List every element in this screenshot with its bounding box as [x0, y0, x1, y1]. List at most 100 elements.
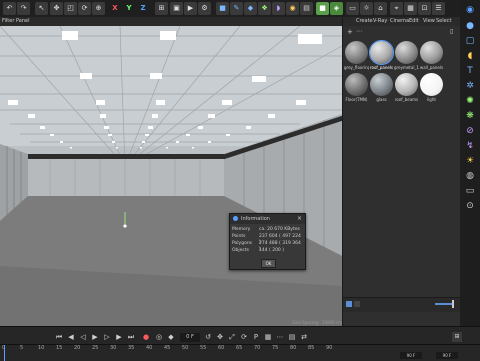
z-axis-toggle[interactable]: Z	[138, 2, 148, 15]
material-options-icon[interactable]: ⋯	[356, 28, 362, 35]
coordinate-system-icon[interactable]: ⊞	[155, 2, 168, 15]
next-frame-icon[interactable]: ▷	[103, 333, 111, 342]
scene-icon[interactable]: ◈	[330, 2, 343, 15]
3d-viewport[interactable]	[0, 26, 342, 326]
cube-green-icon[interactable]: ■	[316, 2, 329, 15]
pen-icon[interactable]: ✎	[230, 2, 243, 15]
current-frame-field[interactable]: 0 F	[180, 333, 200, 342]
add-material-icon[interactable]: +	[347, 28, 353, 36]
grid-icon[interactable]: ▤	[288, 333, 296, 342]
record-icon[interactable]: ●	[142, 333, 150, 342]
select-icon[interactable]: ↖	[35, 2, 48, 15]
end-frame-field-2[interactable]: 90 F	[436, 352, 458, 359]
loop-icon[interactable]: ↺	[204, 333, 212, 342]
cloner-icon[interactable]: ❖	[258, 2, 271, 15]
material-swatch-grey-flooring[interactable]	[345, 41, 368, 64]
dots-icon[interactable]: ⋯	[276, 333, 284, 342]
y-axis-toggle[interactable]: Y	[124, 2, 134, 15]
material-swatch-wall-panels[interactable]	[420, 41, 443, 64]
sphere-icon[interactable]: ●	[464, 20, 476, 32]
dialog-titlebar[interactable]: Information ×	[230, 214, 305, 224]
menu-create[interactable]: Create	[356, 17, 373, 26]
tag-icon[interactable]: ⌂	[374, 2, 387, 15]
scale-key-icon[interactable]: ⤢	[228, 333, 236, 342]
material-swatch-light[interactable]	[420, 73, 443, 96]
preview-size-slider[interactable]	[435, 303, 453, 305]
menu-select[interactable]: Select	[436, 17, 451, 26]
timeline-tick: 80	[290, 345, 297, 351]
play-icon[interactable]: ▶	[91, 333, 99, 342]
text-icon[interactable]: T	[464, 65, 476, 77]
floor-icon[interactable]: ▤	[300, 2, 313, 15]
close-icon[interactable]: ×	[297, 214, 302, 224]
spline-icon[interactable]: ↯	[464, 140, 476, 152]
material-swatch-glass[interactable]	[370, 73, 393, 96]
playhead[interactable]	[4, 345, 5, 361]
preview-size-handle[interactable]	[452, 300, 454, 308]
camera-icon[interactable]: ▭	[464, 185, 476, 197]
coordinate-icon[interactable]: ⊕	[92, 2, 105, 15]
previous-frame-icon[interactable]: ◁	[79, 333, 87, 342]
cinema-logo-icon	[233, 216, 238, 221]
render-settings-icon[interactable]: ⚙	[198, 2, 211, 15]
lock-icon[interactable]: ⊡	[418, 2, 431, 15]
ok-button[interactable]: OK	[261, 259, 276, 268]
field-icon[interactable]: ◉	[286, 2, 299, 15]
light-icon[interactable]: ☼	[360, 2, 373, 15]
pla-key-icon[interactable]: ▦	[264, 333, 272, 342]
scale-icon[interactable]: ◰	[64, 2, 77, 15]
material-swatch-floor-tmn[interactable]	[345, 73, 368, 96]
deformer-icon[interactable]: ⊘	[464, 125, 476, 137]
layout-icon[interactable]: ◉	[464, 4, 476, 16]
end-frame-field[interactable]: 90 F	[400, 352, 422, 359]
keyframe-icon[interactable]: ◆	[167, 333, 175, 342]
rotate-icon[interactable]: ⟳	[78, 2, 91, 15]
go-to-start-icon[interactable]: ⏮	[55, 333, 63, 342]
network-icon[interactable]: ❋	[464, 110, 476, 122]
menu-panel[interactable]: Panel	[16, 17, 30, 26]
material-swatch-roof-beams[interactable]	[395, 73, 418, 96]
go-to-end-icon[interactable]: ⏭	[127, 333, 135, 342]
atom-icon[interactable]: ✺	[464, 95, 476, 107]
render-view-icon[interactable]: ▶	[184, 2, 197, 15]
snap-icon[interactable]: ⌖	[390, 2, 403, 15]
redo-icon[interactable]: ↷	[17, 2, 30, 15]
next-key-icon[interactable]: ▶	[115, 333, 123, 342]
timeline-tick: 35	[128, 345, 135, 351]
info-key: Memory	[232, 227, 251, 232]
render-region-icon[interactable]: ▣	[170, 2, 183, 15]
main-toolbar: ↶ ↷ ↖ ✥ ◰ ⟳ ⊕ X Y Z ⊞ ▣ ▶ ⚙ ■ ✎ ◆ ❖ ◗ ◉ …	[0, 0, 480, 18]
param-key-icon[interactable]: P	[252, 333, 260, 342]
trash-icon[interactable]: ▯	[450, 28, 453, 35]
timeline-options-icon[interactable]: ⊞	[452, 332, 462, 342]
move-icon[interactable]: ✥	[50, 2, 63, 15]
sun-icon[interactable]: ☀	[464, 155, 476, 167]
gear-icon[interactable]: ✲	[464, 80, 476, 92]
x-axis-toggle[interactable]: X	[110, 2, 120, 15]
polygon-icon[interactable]: ◆	[244, 2, 257, 15]
cube-outline-icon[interactable]: ▢	[464, 35, 476, 47]
material-swatch-roof-panels[interactable]	[369, 40, 394, 65]
target-icon[interactable]: ⊙	[464, 200, 476, 212]
menu-cinema[interactable]: Cinema	[390, 17, 409, 26]
workplane-icon[interactable]: ▦	[404, 2, 417, 15]
menu-edit[interactable]: Edit	[409, 17, 419, 26]
globe-icon[interactable]: ◍	[464, 170, 476, 182]
bend-icon[interactable]: ◗	[272, 2, 285, 15]
layout-icon[interactable]: ☰	[432, 2, 445, 15]
rotate-key-icon[interactable]: ⟳	[240, 333, 248, 342]
previous-key-icon[interactable]: ◀	[67, 333, 75, 342]
menu-vray[interactable]: V-Ray	[373, 17, 387, 26]
timeline-tick: 40	[146, 345, 153, 351]
menu-view[interactable]: View	[423, 17, 435, 26]
motion-icon[interactable]: ⇄	[300, 333, 308, 342]
autokey-icon[interactable]: ◎	[155, 333, 163, 342]
bulb-icon[interactable]: ◖	[464, 50, 476, 62]
camera-icon[interactable]: ▭	[346, 2, 359, 15]
material-swatch-greymetal[interactable]	[395, 41, 418, 64]
menu-filter[interactable]: Filter	[2, 17, 14, 26]
move-key-icon[interactable]: ✥	[216, 333, 224, 342]
material-label: light	[427, 97, 436, 102]
cube-icon[interactable]: ■	[216, 2, 229, 15]
undo-icon[interactable]: ↶	[3, 2, 16, 15]
